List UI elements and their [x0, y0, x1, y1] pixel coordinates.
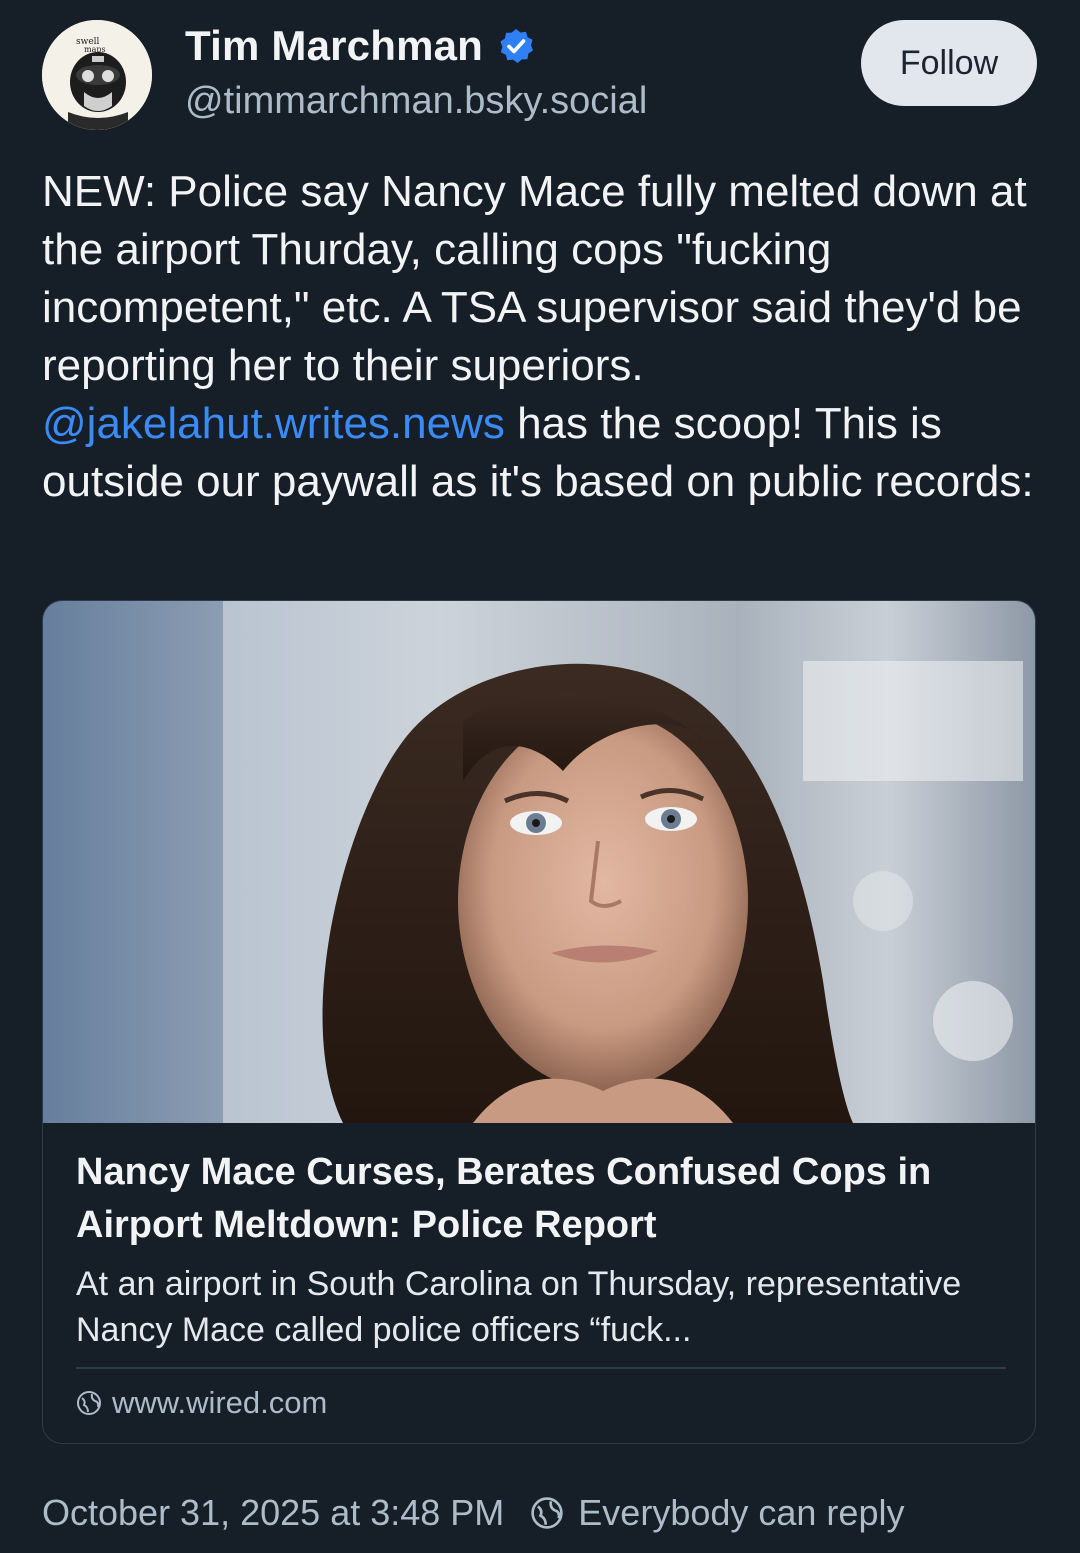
globe-icon — [531, 1497, 563, 1529]
link-card-domain: www.wired.com — [112, 1385, 328, 1420]
link-card[interactable]: Nancy Mace Curses, Berates Confused Cops… — [42, 600, 1036, 1444]
post-text: NEW: Police say Nancy Mace fully melted … — [42, 163, 1042, 511]
link-card-image — [43, 601, 1035, 1123]
mention-link[interactable]: @jakelahut.writes.news — [42, 399, 505, 448]
post-text-part-1: NEW: Police say Nancy Mace fully melted … — [42, 167, 1027, 390]
follow-button[interactable]: Follow — [861, 20, 1037, 106]
link-card-domain-row: www.wired.com — [76, 1385, 327, 1421]
link-card-description: At an airport in South Carolina on Thurs… — [76, 1265, 962, 1349]
author-name-row: Tim Marchman — [185, 22, 535, 70]
link-card-title[interactable]: Nancy Mace Curses, Berates Confused Cops… — [76, 1146, 1016, 1252]
author-display-name[interactable]: Tim Marchman — [185, 22, 483, 70]
globe-icon — [77, 1391, 101, 1415]
reply-setting[interactable]: Everybody can reply — [578, 1492, 904, 1534]
avatar[interactable]: swell maps — [42, 20, 152, 130]
verified-check-icon — [500, 29, 534, 63]
author-handle[interactable]: @timmarchman.bsky.social — [185, 80, 647, 123]
link-card-divider — [76, 1367, 1006, 1369]
post-timestamp[interactable]: October 31, 2025 at 3:48 PM — [42, 1492, 504, 1534]
post-footer: October 31, 2025 at 3:48 PM Everybody ca… — [42, 1492, 904, 1534]
